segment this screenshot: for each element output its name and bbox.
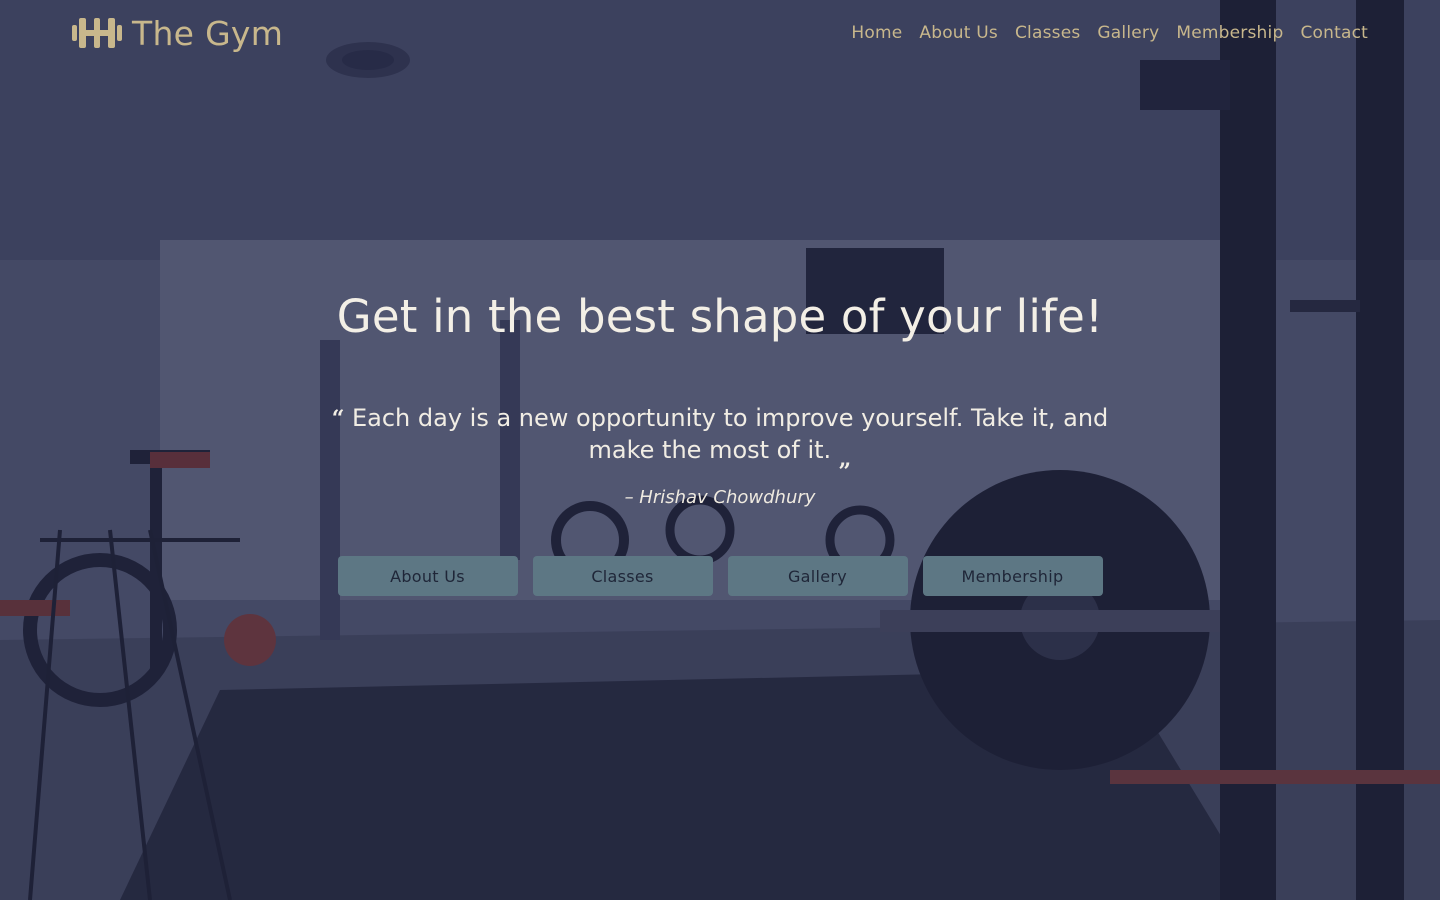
main-nav: Home About Us Classes Gallery Membership… bbox=[851, 23, 1368, 43]
hero-quote: “ Each day is a new opportunity to impro… bbox=[310, 403, 1130, 475]
nav-item-about-us[interactable]: About Us bbox=[919, 23, 998, 43]
quote-close-icon: „ bbox=[838, 446, 852, 472]
nav-item-contact[interactable]: Contact bbox=[1300, 23, 1368, 43]
quote-open-icon: “ bbox=[331, 406, 345, 432]
about-us-button[interactable]: About Us bbox=[337, 556, 518, 596]
nav-item-classes[interactable]: Classes bbox=[1015, 23, 1080, 43]
nav-item-gallery[interactable]: Gallery bbox=[1097, 23, 1159, 43]
nav-item-home[interactable]: Home bbox=[851, 23, 902, 43]
site-header: The Gym Home About Us Classes Gallery Me… bbox=[0, 0, 1440, 66]
membership-button[interactable]: Membership bbox=[922, 556, 1103, 596]
brand-logo-link[interactable]: The Gym bbox=[72, 14, 283, 53]
hero-title: Get in the best shape of your life! bbox=[336, 290, 1104, 343]
quote-text: Each day is a new opportunity to improve… bbox=[351, 404, 1109, 464]
brand-name: The Gym bbox=[132, 13, 284, 53]
hero-section: Get in the best shape of your life! “ Ea… bbox=[0, 290, 1440, 596]
gallery-button[interactable]: Gallery bbox=[727, 556, 908, 596]
hero-buttons: About Us Classes Gallery Membership bbox=[0, 556, 1440, 596]
dumbbell-icon bbox=[72, 15, 122, 51]
classes-button[interactable]: Classes bbox=[532, 556, 713, 596]
nav-item-membership[interactable]: Membership bbox=[1176, 23, 1283, 43]
quote-author: – Hrishav Chowdhury bbox=[624, 487, 816, 508]
